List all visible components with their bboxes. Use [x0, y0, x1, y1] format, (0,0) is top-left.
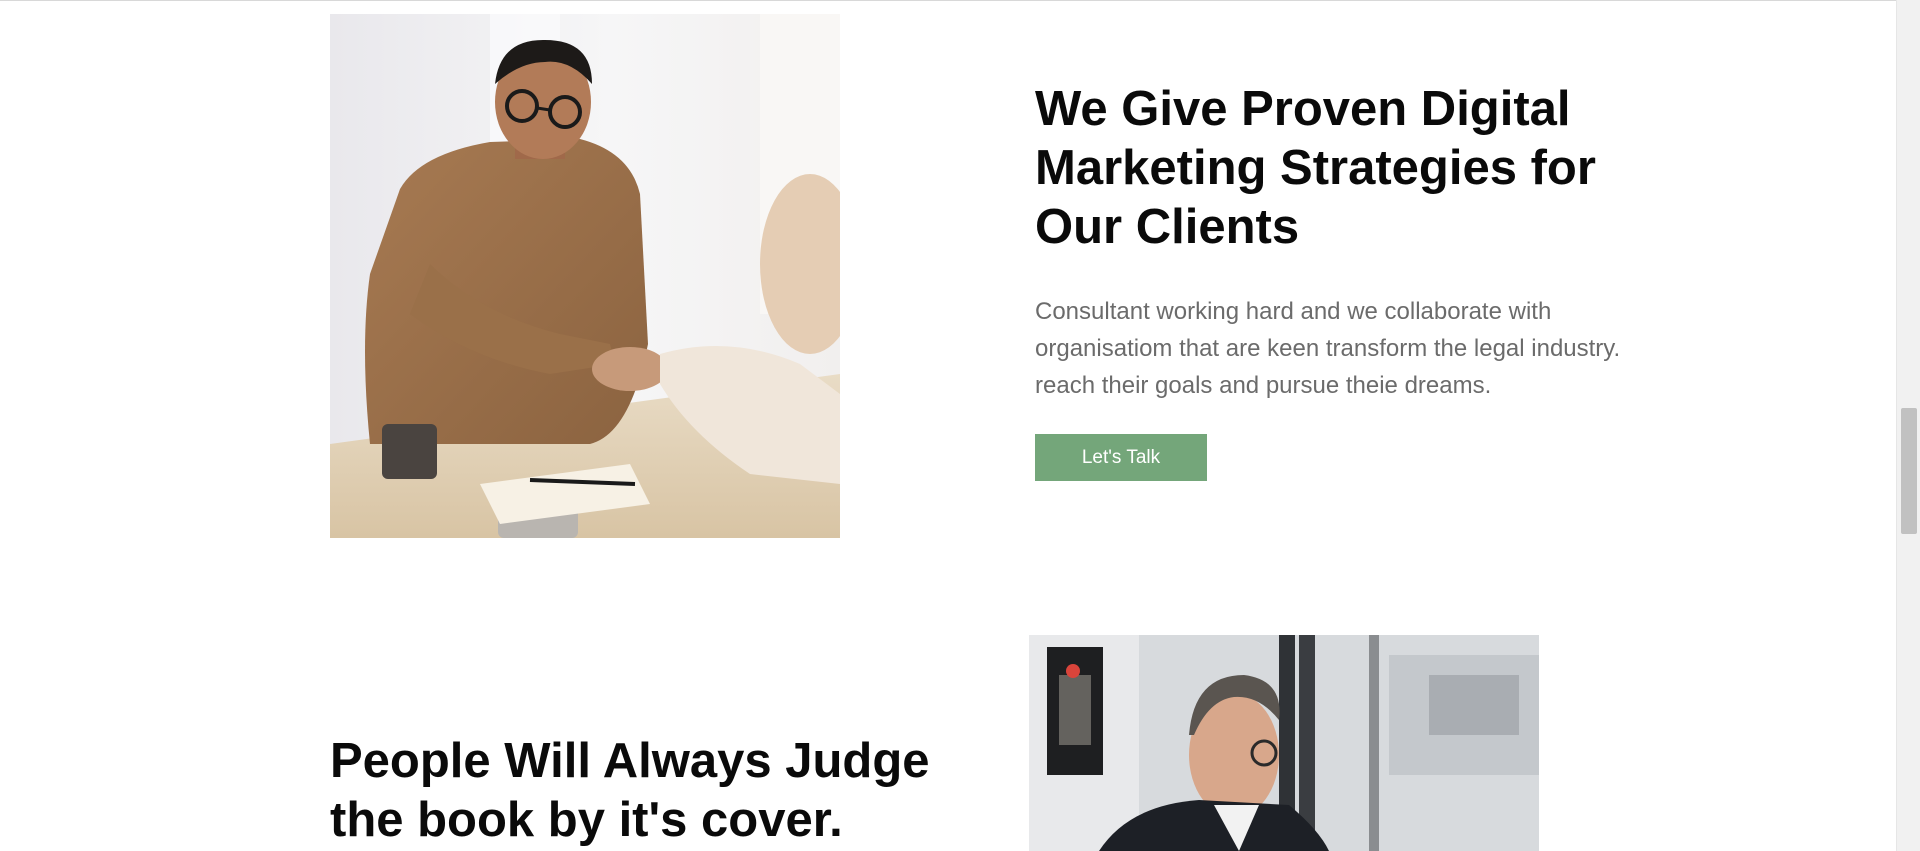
handshake-photo	[330, 14, 840, 538]
section-description: Consultant working hard and we collabora…	[1035, 298, 1621, 399]
judge-heading: People Will Always Judge the book by it'…	[330, 734, 930, 847]
vertical-scrollbar[interactable]	[1896, 0, 1920, 851]
section-heading: We Give Proven Digital Marketing Strateg…	[1035, 82, 1596, 254]
page: We Give Proven Digital Marketing Strateg…	[0, 0, 1920, 851]
office-photo	[1029, 635, 1539, 851]
strategy-section: We Give Proven Digital Marketing Strateg…	[1035, 80, 1675, 481]
scrollbar-thumb[interactable]	[1901, 408, 1917, 534]
top-divider	[0, 0, 1896, 1]
lets-talk-button[interactable]: Let's Talk	[1035, 434, 1207, 481]
